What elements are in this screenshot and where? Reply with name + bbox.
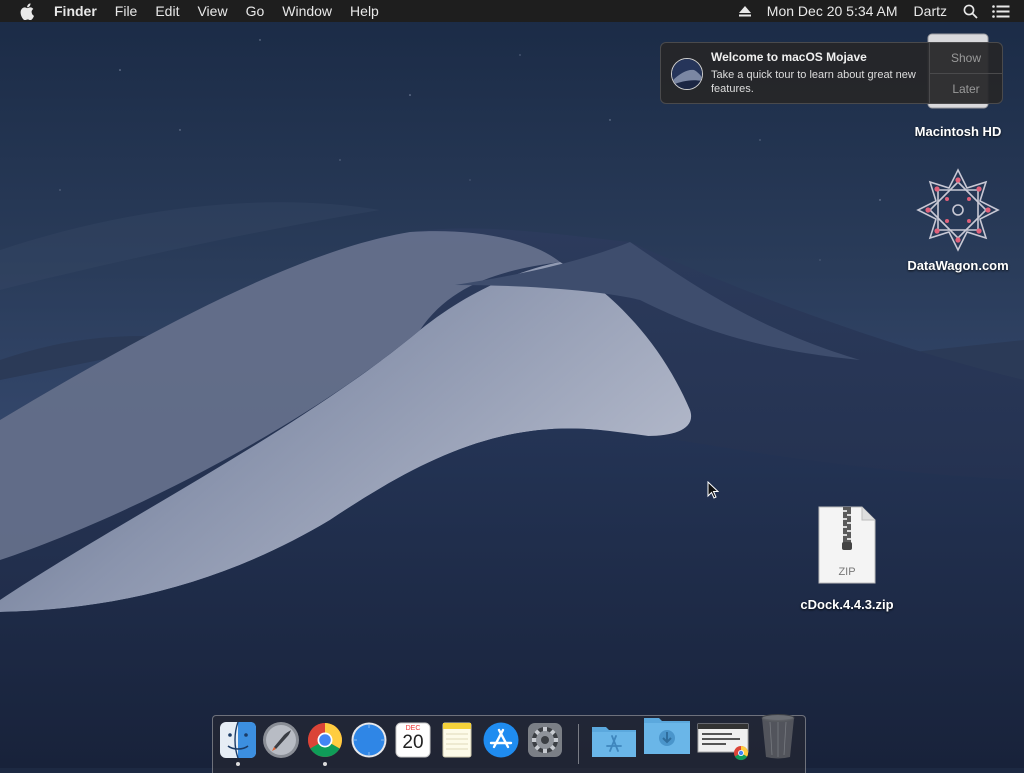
dock-app-store[interactable] — [482, 721, 520, 759]
dock-applications-folder[interactable] — [591, 721, 637, 759]
finder-icon — [220, 721, 256, 759]
running-indicator — [236, 762, 240, 766]
notes-icon — [442, 722, 472, 758]
menu-app-finder[interactable]: Finder — [54, 3, 97, 19]
screenshot-stack-icon — [697, 723, 749, 761]
desktop-wallpaper — [0, 0, 1024, 768]
spotlight-search-icon[interactable] — [963, 4, 978, 19]
dock-launchpad[interactable] — [262, 721, 300, 759]
menu-user[interactable]: Dartz — [914, 3, 947, 19]
dock-screenshot-stack[interactable] — [697, 721, 751, 761]
menu-help[interactable]: Help — [350, 3, 379, 19]
dock-notes[interactable] — [438, 721, 476, 759]
zip-file-icon: ZIP — [818, 506, 876, 584]
desktop-icon-label: DataWagon.com — [907, 258, 1009, 273]
mojave-app-icon — [671, 58, 703, 90]
notification-center-icon[interactable] — [992, 4, 1010, 18]
desktop-icon-datawagon[interactable]: DataWagon.com — [898, 168, 1018, 273]
show-button[interactable]: Show — [930, 43, 1002, 73]
welcome-notification[interactable]: Welcome to macOS Mojave Take a quick tou… — [660, 42, 1003, 104]
dock-finder[interactable] — [219, 721, 257, 759]
menu-clock[interactable]: Mon Dec 20 5:34 AM — [767, 3, 898, 19]
safari-compass-icon — [351, 722, 387, 758]
dock: DEC 20 — [212, 712, 806, 773]
dock-chrome[interactable] — [306, 721, 344, 759]
launchpad-rocket-icon — [263, 722, 299, 758]
apple-icon[interactable] — [20, 2, 36, 20]
datawagon-logo-icon — [916, 168, 1000, 252]
desktop-icon-cdock-zip[interactable]: ZIP cDock.4.4.3.zip — [787, 506, 907, 612]
running-indicator — [323, 762, 327, 766]
dock-safari[interactable] — [350, 721, 388, 759]
later-button[interactable]: Later — [930, 73, 1002, 104]
menu-edit[interactable]: Edit — [155, 3, 179, 19]
menu-window[interactable]: Window — [282, 3, 332, 19]
notification-actions: Show Later — [929, 43, 1002, 103]
app-store-icon — [483, 722, 519, 758]
desktop-icon-label: Macintosh HD — [914, 124, 1002, 139]
dock-trash[interactable] — [759, 712, 797, 760]
eject-icon[interactable] — [738, 5, 751, 17]
notification-title: Welcome to macOS Mojave — [711, 50, 867, 64]
notification-body: Take a quick tour to learn about great n… — [711, 69, 916, 95]
calendar-month: DEC — [405, 725, 421, 732]
dock-downloads-folder[interactable] — [643, 716, 691, 754]
menu-file[interactable]: File — [115, 3, 138, 19]
zip-badge: ZIP — [838, 566, 856, 578]
dock-system-preferences[interactable] — [526, 721, 564, 759]
calendar-day: 20 — [402, 732, 424, 753]
chrome-icon — [308, 723, 342, 757]
menu-view[interactable]: View — [197, 3, 227, 19]
applications-folder-icon — [592, 727, 636, 757]
desktop-icon-label: cDock.4.4.3.zip — [800, 597, 894, 612]
menu-go[interactable]: Go — [246, 3, 265, 19]
trash-icon — [761, 714, 795, 759]
menu-bar: Finder File Edit View Go Window Help Mon… — [0, 0, 1024, 22]
gear-icon — [528, 723, 562, 757]
downloads-folder-icon — [644, 718, 690, 754]
dock-separator — [578, 724, 579, 764]
mouse-cursor-icon — [707, 481, 719, 499]
dock-calendar[interactable]: DEC 20 — [394, 721, 432, 759]
